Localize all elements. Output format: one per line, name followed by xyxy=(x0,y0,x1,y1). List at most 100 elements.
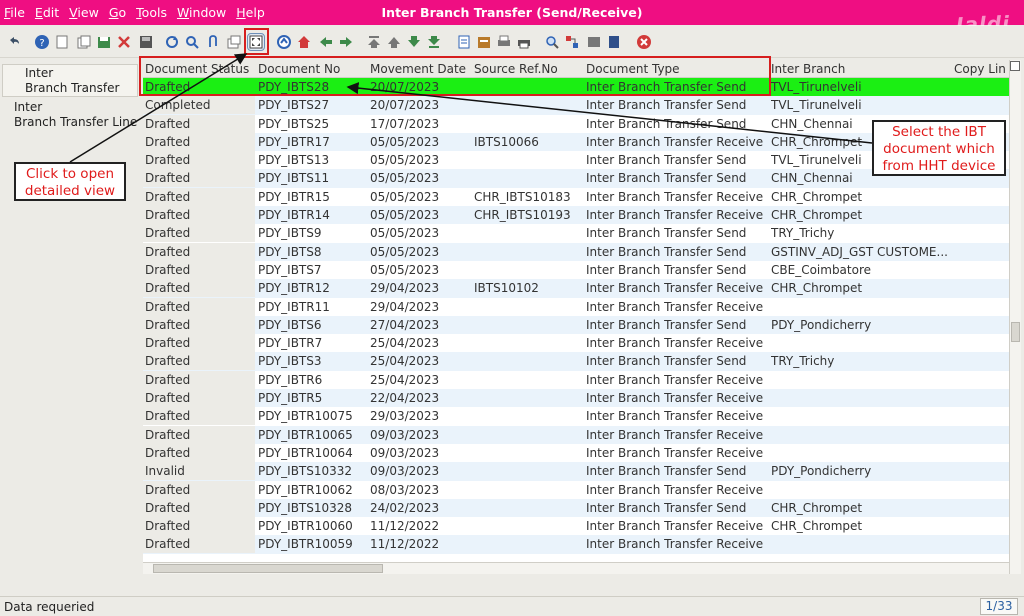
save-icon[interactable] xyxy=(138,34,154,50)
table-cell: Inter Branch Transfer Send xyxy=(586,98,747,113)
request-icon[interactable] xyxy=(586,34,602,50)
zoom-across-icon[interactable] xyxy=(544,34,560,50)
new-record-icon[interactable] xyxy=(54,34,70,50)
table-cell: Inter Branch Transfer Receive xyxy=(586,189,764,204)
history-icon[interactable] xyxy=(226,34,242,50)
table-row[interactable]: Drafted PDY_IBTS9 05/05/2023 Inter Branch T… xyxy=(143,224,1009,243)
table-row[interactable]: Drafted PDY_IBTR10075 29/03/2023 Inter Bran… xyxy=(143,407,1009,426)
table-row[interactable]: Drafted PDY_IBTR10060 11/12/2022 Inter Bran… xyxy=(143,517,1009,536)
delete-icon[interactable] xyxy=(116,34,132,50)
table-row[interactable]: Drafted PDY_IBTR10062 08/03/2023 Inter Bran… xyxy=(143,480,1009,499)
table-row[interactable]: Drafted PDY_IBTS7 05/05/2023 Inter Branch T… xyxy=(143,260,1009,279)
arrow-left-icon[interactable] xyxy=(318,34,334,50)
table-cell: 05/05/2023 xyxy=(370,171,440,186)
column-header-document-no[interactable]: Document No xyxy=(258,62,340,76)
table-row[interactable]: Drafted PDY_IBTR6 25/04/2023 Inter Branch T… xyxy=(143,370,1009,389)
table-cell: 09/03/2023 xyxy=(370,445,440,460)
table-row[interactable]: Drafted PDY_IBTR5 22/04/2023 Inter Branch T… xyxy=(143,389,1009,408)
horizontal-scroll-thumb[interactable] xyxy=(153,564,383,573)
table-cell: Invalid xyxy=(143,462,255,481)
column-chooser-icon[interactable] xyxy=(1010,61,1020,71)
first-record-icon[interactable] xyxy=(366,34,382,50)
table-row[interactable]: Drafted PDY_IBTS28 20/07/2023 Inter Branch … xyxy=(143,78,1009,97)
table-row[interactable]: Drafted PDY_IBTS10328 24/02/2023 Inter Bran… xyxy=(143,498,1009,518)
table-cell: PDY_IBTR15 xyxy=(258,189,330,204)
table-row[interactable]: Drafted PDY_IBTR10059 11/12/2022 Inter Bran… xyxy=(143,535,1009,554)
table-cell: PDY_IBTS27 xyxy=(258,98,330,113)
table-cell: PDY_IBTS3 xyxy=(258,354,322,369)
horizontal-scrollbar[interactable] xyxy=(143,562,1009,574)
refresh-icon[interactable] xyxy=(164,34,180,50)
column-header-document-type[interactable]: Document Type xyxy=(586,62,680,76)
print-icon[interactable] xyxy=(516,34,532,50)
find-icon[interactable] xyxy=(184,34,200,50)
print-preview-icon[interactable] xyxy=(496,34,512,50)
table-row[interactable]: Drafted PDY_IBTR11 29/04/2023 Inter Branch … xyxy=(143,297,1009,316)
table-cell: 20/07/2023 xyxy=(370,98,440,113)
home-icon[interactable] xyxy=(296,34,312,50)
table-row[interactable]: Drafted PDY_IBTR14 05/05/2023 CHR_IBTS10193… xyxy=(143,206,1009,225)
menu-go[interactable]: Go xyxy=(109,5,126,20)
product-info-icon[interactable] xyxy=(606,34,622,50)
menu-view[interactable]: View xyxy=(69,5,99,20)
tab-label-line1: Inter xyxy=(14,100,43,114)
table-cell: CHR_Chrompet xyxy=(771,500,863,515)
table-cell: Inter Branch Transfer Send xyxy=(586,116,747,131)
arrow-right-icon[interactable] xyxy=(338,34,354,50)
menu-tools[interactable]: Tools xyxy=(136,5,167,20)
table-row[interactable]: Drafted PDY_IBTS6 27/04/2023 Inter Branch T… xyxy=(143,315,1009,335)
svg-text:?: ? xyxy=(39,38,44,49)
menu-help[interactable]: Help xyxy=(236,5,265,20)
menu-edit[interactable]: Edit xyxy=(35,5,59,20)
attachment-icon[interactable] xyxy=(204,34,220,50)
table-row[interactable]: Drafted PDY_IBTR10064 09/03/2023 Inter Bran… xyxy=(143,443,1009,462)
menu-window[interactable]: Window xyxy=(177,5,226,20)
table-row[interactable]: Drafted PDY_IBTS3 25/04/2023 Inter Branch T… xyxy=(143,352,1009,371)
column-header-movement-date[interactable]: Movement Date xyxy=(370,62,466,76)
column-header-source-ref-no[interactable]: Source Ref.No xyxy=(474,62,558,76)
next-record-icon[interactable] xyxy=(406,34,422,50)
table-row[interactable]: Drafted PDY_IBTR15 05/05/2023 CHR_IBTS10183… xyxy=(143,187,1009,206)
table-cell: 05/05/2023 xyxy=(370,189,440,204)
table-row[interactable]: Drafted PDY_IBTR7 25/04/2023 Inter Branch T… xyxy=(143,334,1009,353)
workflow-icon[interactable] xyxy=(564,34,580,50)
vertical-scrollbar[interactable] xyxy=(1009,60,1021,574)
status-message: Data requeried xyxy=(4,600,95,614)
tab-inter-branch-transfer[interactable]: Inter Branch Transfer xyxy=(2,64,138,97)
table-row[interactable]: Completed PDY_IBTS27 20/07/2023 Inter Branc… xyxy=(143,96,1009,115)
previous-record-icon[interactable] xyxy=(386,34,402,50)
vertical-scroll-thumb[interactable] xyxy=(1011,322,1020,342)
table-cell: 05/05/2023 xyxy=(370,208,440,223)
table-cell: PDY_Pondicherry xyxy=(771,317,872,332)
column-header-document-status[interactable]: Document Status xyxy=(145,62,249,76)
parent-record-icon[interactable] xyxy=(276,34,292,50)
table-cell: Drafted xyxy=(143,480,255,499)
tab-inter-branch-transfer-line[interactable]: Inter Branch Transfer Line xyxy=(10,98,143,132)
help-icon[interactable]: ? xyxy=(34,34,50,50)
table-cell: Drafted xyxy=(143,187,255,206)
table-cell: IBTS10066 xyxy=(474,134,539,149)
record-counter[interactable]: 1/33 xyxy=(980,598,1018,615)
table-row[interactable]: Drafted PDY_IBTR10065 09/03/2023 Inter Bran… xyxy=(143,425,1009,444)
table-row[interactable]: Invalid PDY_IBTS10332 09/03/2023 Inter Bran… xyxy=(143,462,1009,481)
archive-icon[interactable] xyxy=(476,34,492,50)
undo-icon[interactable] xyxy=(6,34,22,50)
report-icon[interactable] xyxy=(456,34,472,50)
table-cell: 11/12/2022 xyxy=(370,519,440,534)
table-cell: PDY_IBTS10328 xyxy=(258,500,353,515)
copy-record-icon[interactable] xyxy=(76,34,92,50)
column-header-copy-lines[interactable]: Copy Lin xyxy=(954,62,1006,76)
save-new-icon[interactable] xyxy=(96,34,112,50)
table-cell: 05/05/2023 xyxy=(370,153,440,168)
column-header-inter-branch[interactable]: Inter Branch xyxy=(771,62,845,76)
menu-file[interactable]: File xyxy=(4,5,25,20)
table-row[interactable]: Drafted PDY_IBTR12 29/04/2023 IBTS10102 Inte… xyxy=(143,279,1009,298)
table-cell: Inter Branch Transfer Receive xyxy=(586,372,764,387)
table-row[interactable]: Drafted PDY_IBTS8 05/05/2023 Inter Branch T… xyxy=(143,242,1009,261)
grid-toggle-icon[interactable] xyxy=(247,33,265,51)
table-cell: PDY_IBTR10059 xyxy=(258,537,353,552)
close-window-icon[interactable] xyxy=(636,34,652,50)
table-cell: 05/05/2023 xyxy=(370,226,440,241)
table-cell: Inter Branch Transfer Send xyxy=(586,244,747,259)
last-record-icon[interactable] xyxy=(426,34,442,50)
